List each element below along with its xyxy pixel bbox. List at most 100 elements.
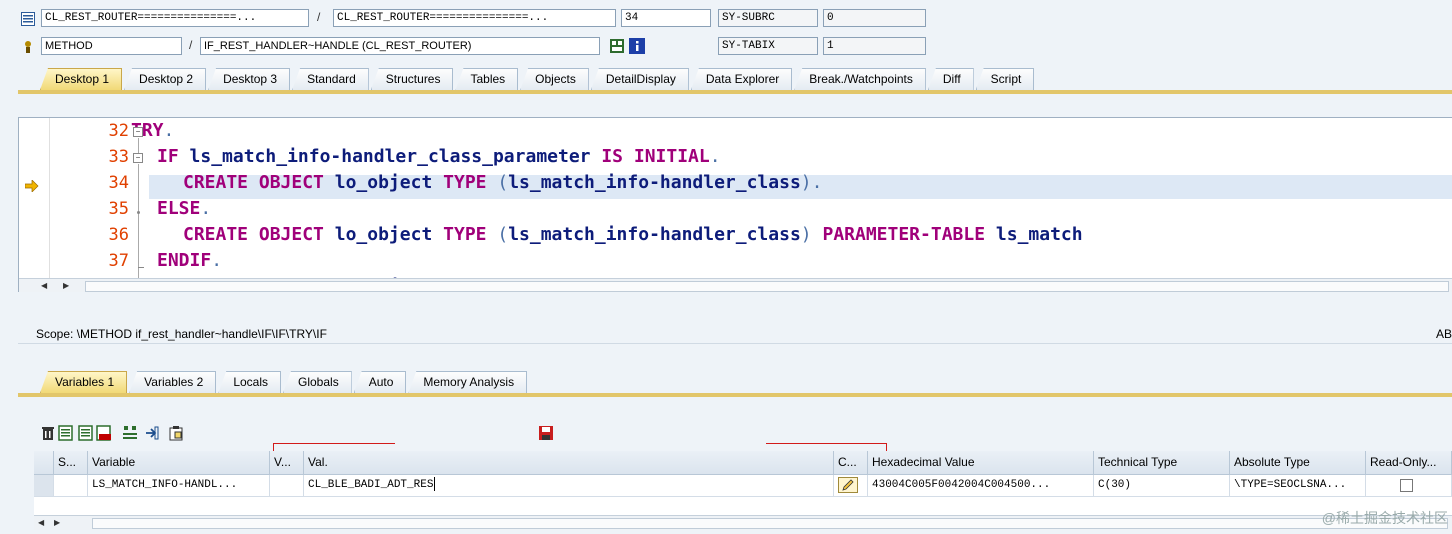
navigate-icon[interactable] bbox=[144, 425, 160, 441]
info-icon[interactable] bbox=[629, 38, 645, 54]
line-number: 36 bbox=[108, 225, 129, 245]
line-number: 35 bbox=[108, 199, 129, 219]
scope-right-label: AB bbox=[1436, 327, 1452, 341]
fold-guide bbox=[138, 164, 139, 284]
scroll-left-icon[interactable]: ◀ bbox=[38, 518, 44, 527]
scroll-left-icon[interactable]: ◀ bbox=[41, 281, 47, 290]
method-icon bbox=[21, 40, 35, 54]
cell-v bbox=[270, 475, 304, 497]
tab-break-watchpoints[interactable]: Break./Watchpoints bbox=[794, 68, 926, 90]
structure-icon[interactable] bbox=[609, 38, 625, 54]
col-header-v[interactable]: V... bbox=[270, 451, 304, 475]
sy-tabix-label: SY-TABIX bbox=[718, 37, 818, 55]
var-tab-locals[interactable]: Locals bbox=[218, 371, 281, 393]
annotation-line bbox=[273, 443, 395, 444]
save-icon[interactable] bbox=[538, 425, 554, 441]
separator: / bbox=[189, 38, 193, 52]
cell-status bbox=[54, 475, 88, 497]
program-field[interactable]: CL_REST_ROUTER===============... bbox=[41, 9, 309, 27]
scroll-right-icon[interactable]: ▶ bbox=[63, 281, 69, 290]
code-line[interactable]: ENDIF. bbox=[157, 250, 222, 271]
watermark: @稀土掘金技术社区 bbox=[1321, 510, 1448, 526]
tab-tables[interactable]: Tables bbox=[455, 68, 519, 90]
export-icon[interactable] bbox=[78, 425, 94, 441]
value-text: CL_BLE_BADI_ADT_RES bbox=[308, 479, 434, 491]
line-number: 32 bbox=[108, 121, 129, 141]
line-number: 33 bbox=[108, 147, 129, 167]
col-header-absolute-type[interactable]: Absolute Type bbox=[1230, 451, 1366, 475]
row-selector[interactable] bbox=[34, 475, 54, 497]
code-line[interactable]: ELSE. bbox=[157, 198, 211, 219]
method-name-field[interactable]: IF_REST_HANDLER~HANDLE (CL_REST_ROUTER) bbox=[200, 37, 600, 55]
variables-grid: S... Variable V... Val. C... Hexadecimal… bbox=[34, 451, 1452, 515]
tab-objects[interactable]: Objects bbox=[520, 68, 589, 90]
var-tab-variables-2[interactable]: Variables 2 bbox=[129, 371, 217, 393]
sy-subrc-label: SY-SUBRC bbox=[718, 9, 818, 27]
text-cursor bbox=[434, 477, 436, 492]
main-tabstrip: Desktop 1 Desktop 2 Desktop 3 Standard Struc… bbox=[40, 68, 1036, 90]
read-only-checkbox[interactable] bbox=[1400, 479, 1413, 492]
code-line[interactable]: IF ls_match_info-handler_class_parameter… bbox=[157, 146, 721, 167]
cell-variable[interactable]: LS_MATCH_INFO-HANDL... bbox=[88, 475, 270, 497]
separator: / bbox=[317, 10, 321, 24]
tab-detaildisplay[interactable]: DetailDisplay bbox=[590, 68, 689, 90]
program-icon bbox=[21, 12, 35, 26]
col-header-variable[interactable]: Variable bbox=[88, 451, 270, 475]
insert-icon[interactable] bbox=[58, 425, 74, 441]
fold-collapse-icon[interactable]: − bbox=[133, 153, 143, 163]
grid-hscrollbar[interactable]: ◀ ▶ bbox=[34, 515, 1452, 530]
sy-subrc-value: 0 bbox=[823, 9, 926, 27]
tab-desktop-2[interactable]: Desktop 2 bbox=[124, 68, 207, 90]
tab-standard[interactable]: Standard bbox=[292, 68, 369, 90]
scroll-right-icon[interactable]: ▶ bbox=[54, 518, 60, 527]
sort-icon[interactable] bbox=[122, 425, 138, 441]
col-header-technical-type[interactable]: Technical Type bbox=[1094, 451, 1230, 475]
line-number: 37 bbox=[108, 251, 129, 271]
code-editor[interactable]: 32 TRY. 33 IF ls_match_info-handler_class_p… bbox=[18, 117, 1452, 292]
cell-c[interactable] bbox=[834, 475, 868, 497]
tab-data-explorer[interactable]: Data Explorer bbox=[690, 68, 793, 90]
line-field[interactable]: 34 bbox=[621, 9, 711, 27]
sy-tabix-value: 1 bbox=[823, 37, 926, 55]
scroll-thumb[interactable] bbox=[92, 518, 1448, 529]
cell-hex[interactable]: 43004C005F0042004C004500... bbox=[868, 475, 1094, 497]
cell-read-only bbox=[1366, 475, 1452, 497]
tab-structures[interactable]: Structures bbox=[370, 68, 454, 90]
layout-icon[interactable] bbox=[96, 425, 112, 441]
col-header-read-only[interactable]: Read-Only... bbox=[1366, 451, 1452, 475]
var-tab-globals[interactable]: Globals bbox=[283, 371, 352, 393]
tabstrip-underline bbox=[18, 90, 1452, 94]
cell-absolute-type[interactable]: \TYPE=SEOCLSNA... bbox=[1230, 475, 1366, 497]
cell-value[interactable]: CL_BLE_BADI_ADT_RES bbox=[304, 475, 834, 497]
line-number: 34 bbox=[108, 173, 129, 193]
editor-hscrollbar[interactable]: ◀ ▶ bbox=[19, 278, 1452, 292]
scroll-thumb[interactable] bbox=[85, 281, 1449, 292]
col-header-hex[interactable]: Hexadecimal Value bbox=[868, 451, 1094, 475]
col-header-c[interactable]: C... bbox=[834, 451, 868, 475]
tab-script[interactable]: Script bbox=[975, 68, 1035, 90]
var-tab-variables-1[interactable]: Variables 1 bbox=[40, 371, 128, 393]
tab-desktop-1[interactable]: Desktop 1 bbox=[40, 68, 123, 90]
breakpoint-gutter[interactable] bbox=[19, 118, 50, 292]
fold-end-mark bbox=[138, 267, 144, 268]
fold-collapse-icon[interactable]: − bbox=[133, 127, 143, 137]
fold-guide bbox=[138, 138, 139, 153]
var-tab-auto[interactable]: Auto bbox=[353, 371, 407, 393]
clipboard-icon[interactable] bbox=[168, 425, 184, 441]
include-field[interactable]: CL_REST_ROUTER===============... bbox=[333, 9, 616, 27]
var-tab-memory-analysis[interactable]: Memory Analysis bbox=[408, 371, 528, 393]
var-tabstrip-underline bbox=[18, 393, 1452, 397]
cell-technical-type[interactable]: C(30) bbox=[1094, 475, 1230, 497]
delete-icon[interactable] bbox=[40, 425, 56, 441]
tab-desktop-3[interactable]: Desktop 3 bbox=[208, 68, 291, 90]
annotation-line bbox=[766, 443, 886, 444]
scope-path: Scope: \METHOD if_rest_handler~handle\IF… bbox=[36, 327, 327, 341]
code-line[interactable]: CREATE OBJECT lo_object TYPE (ls_match_i… bbox=[183, 224, 1083, 245]
panel-divider bbox=[18, 343, 1452, 344]
method-kind-field: METHOD bbox=[41, 37, 182, 55]
edit-pencil-icon[interactable] bbox=[838, 477, 858, 493]
tab-diff[interactable]: Diff bbox=[927, 68, 974, 90]
code-line[interactable]: CREATE OBJECT lo_object TYPE (ls_match_i… bbox=[183, 172, 822, 193]
col-header-value[interactable]: Val. bbox=[304, 451, 834, 475]
col-header-status[interactable]: S... bbox=[54, 451, 88, 475]
